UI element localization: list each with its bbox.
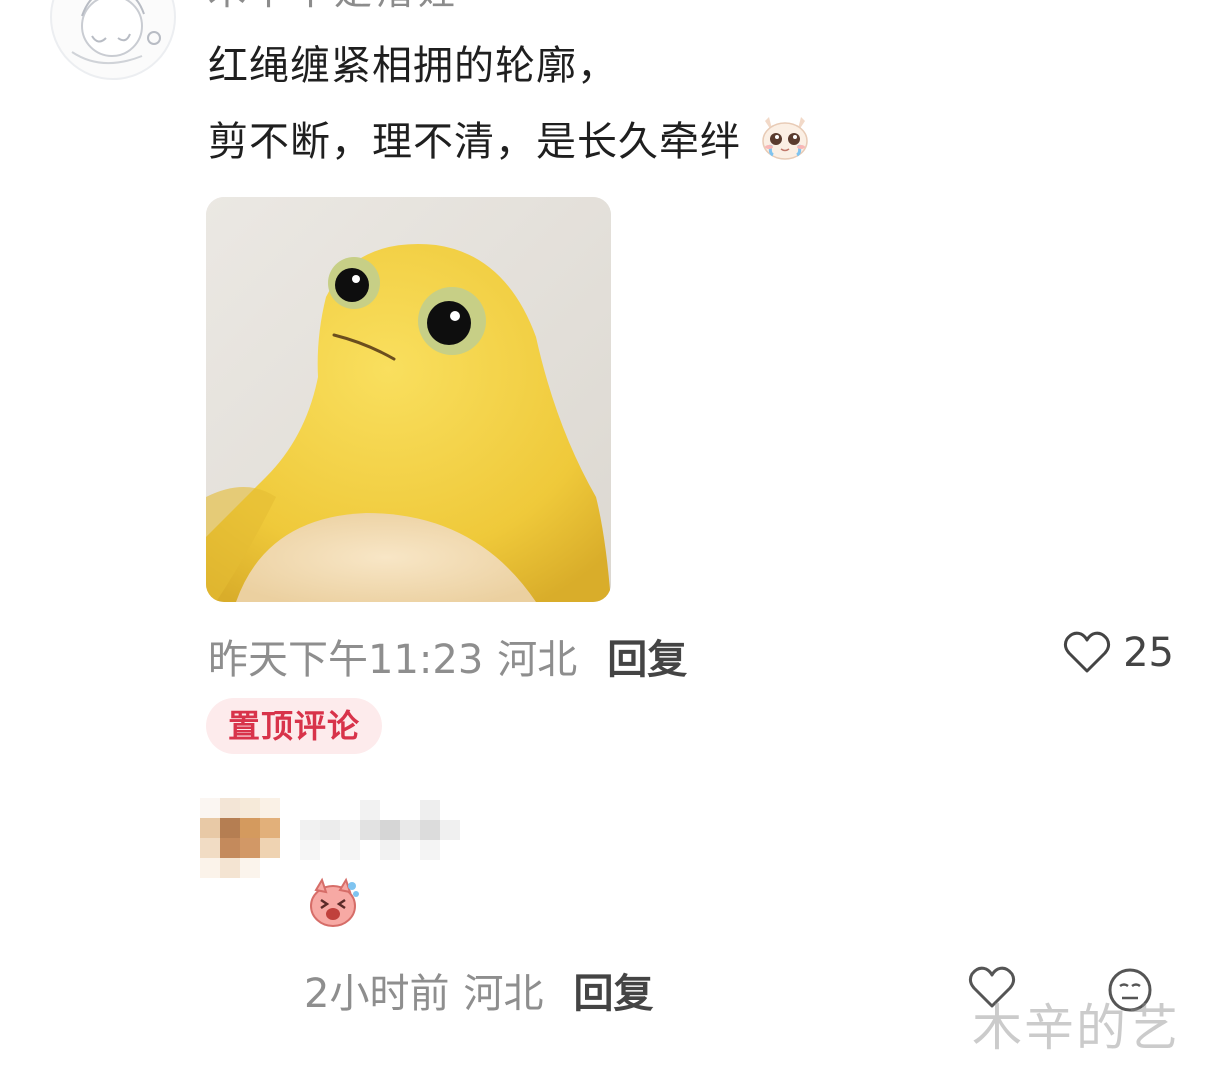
- reply-button[interactable]: 回复: [607, 627, 687, 685]
- reply-time: 2小时前: [304, 971, 450, 1017]
- reply-location: 河北: [463, 971, 544, 1017]
- comment-thread: 木卞卞是瘏婬 红绳缠紧相拥的轮廓， 剪不断，理不清，是长久牵绊: [0, 0, 1224, 1086]
- comment-location: 河北: [497, 637, 578, 683]
- watermark: 木辛的艺: [972, 999, 1180, 1057]
- heart-icon: [1064, 631, 1111, 673]
- comment-image[interactable]: [206, 197, 611, 602]
- crying-cat-icon: [759, 111, 811, 174]
- pinned-comment-badge: 置顶评论: [206, 698, 383, 754]
- avatar-sketch-icon: [71, 0, 161, 65]
- username[interactable]: 木卞卞是瘏婬: [208, 0, 460, 12]
- laughing-pink-sticker-icon: [306, 876, 360, 934]
- yellow-creature-image: [206, 197, 611, 602]
- comment-line-2: 剪不断，理不清，是长久牵绊: [208, 111, 811, 174]
- avatar[interactable]: [50, 0, 176, 80]
- comment-line-2-text: 剪不断，理不清，是长久牵绊: [208, 119, 741, 165]
- comment-line-1: 红绳缠紧相拥的轮廓，: [208, 43, 618, 89]
- blurred-reply-user: [200, 798, 460, 878]
- comment-time: 昨天下午11:23: [208, 637, 484, 683]
- like-count: 25: [1123, 630, 1174, 676]
- like-button[interactable]: 25: [1063, 630, 1174, 676]
- reply-reply-button[interactable]: 回复: [573, 961, 653, 1019]
- comment-meta: 昨天下午11:23 河北 回复: [208, 628, 687, 684]
- reply-meta: 2小时前 河北 回复: [304, 962, 653, 1018]
